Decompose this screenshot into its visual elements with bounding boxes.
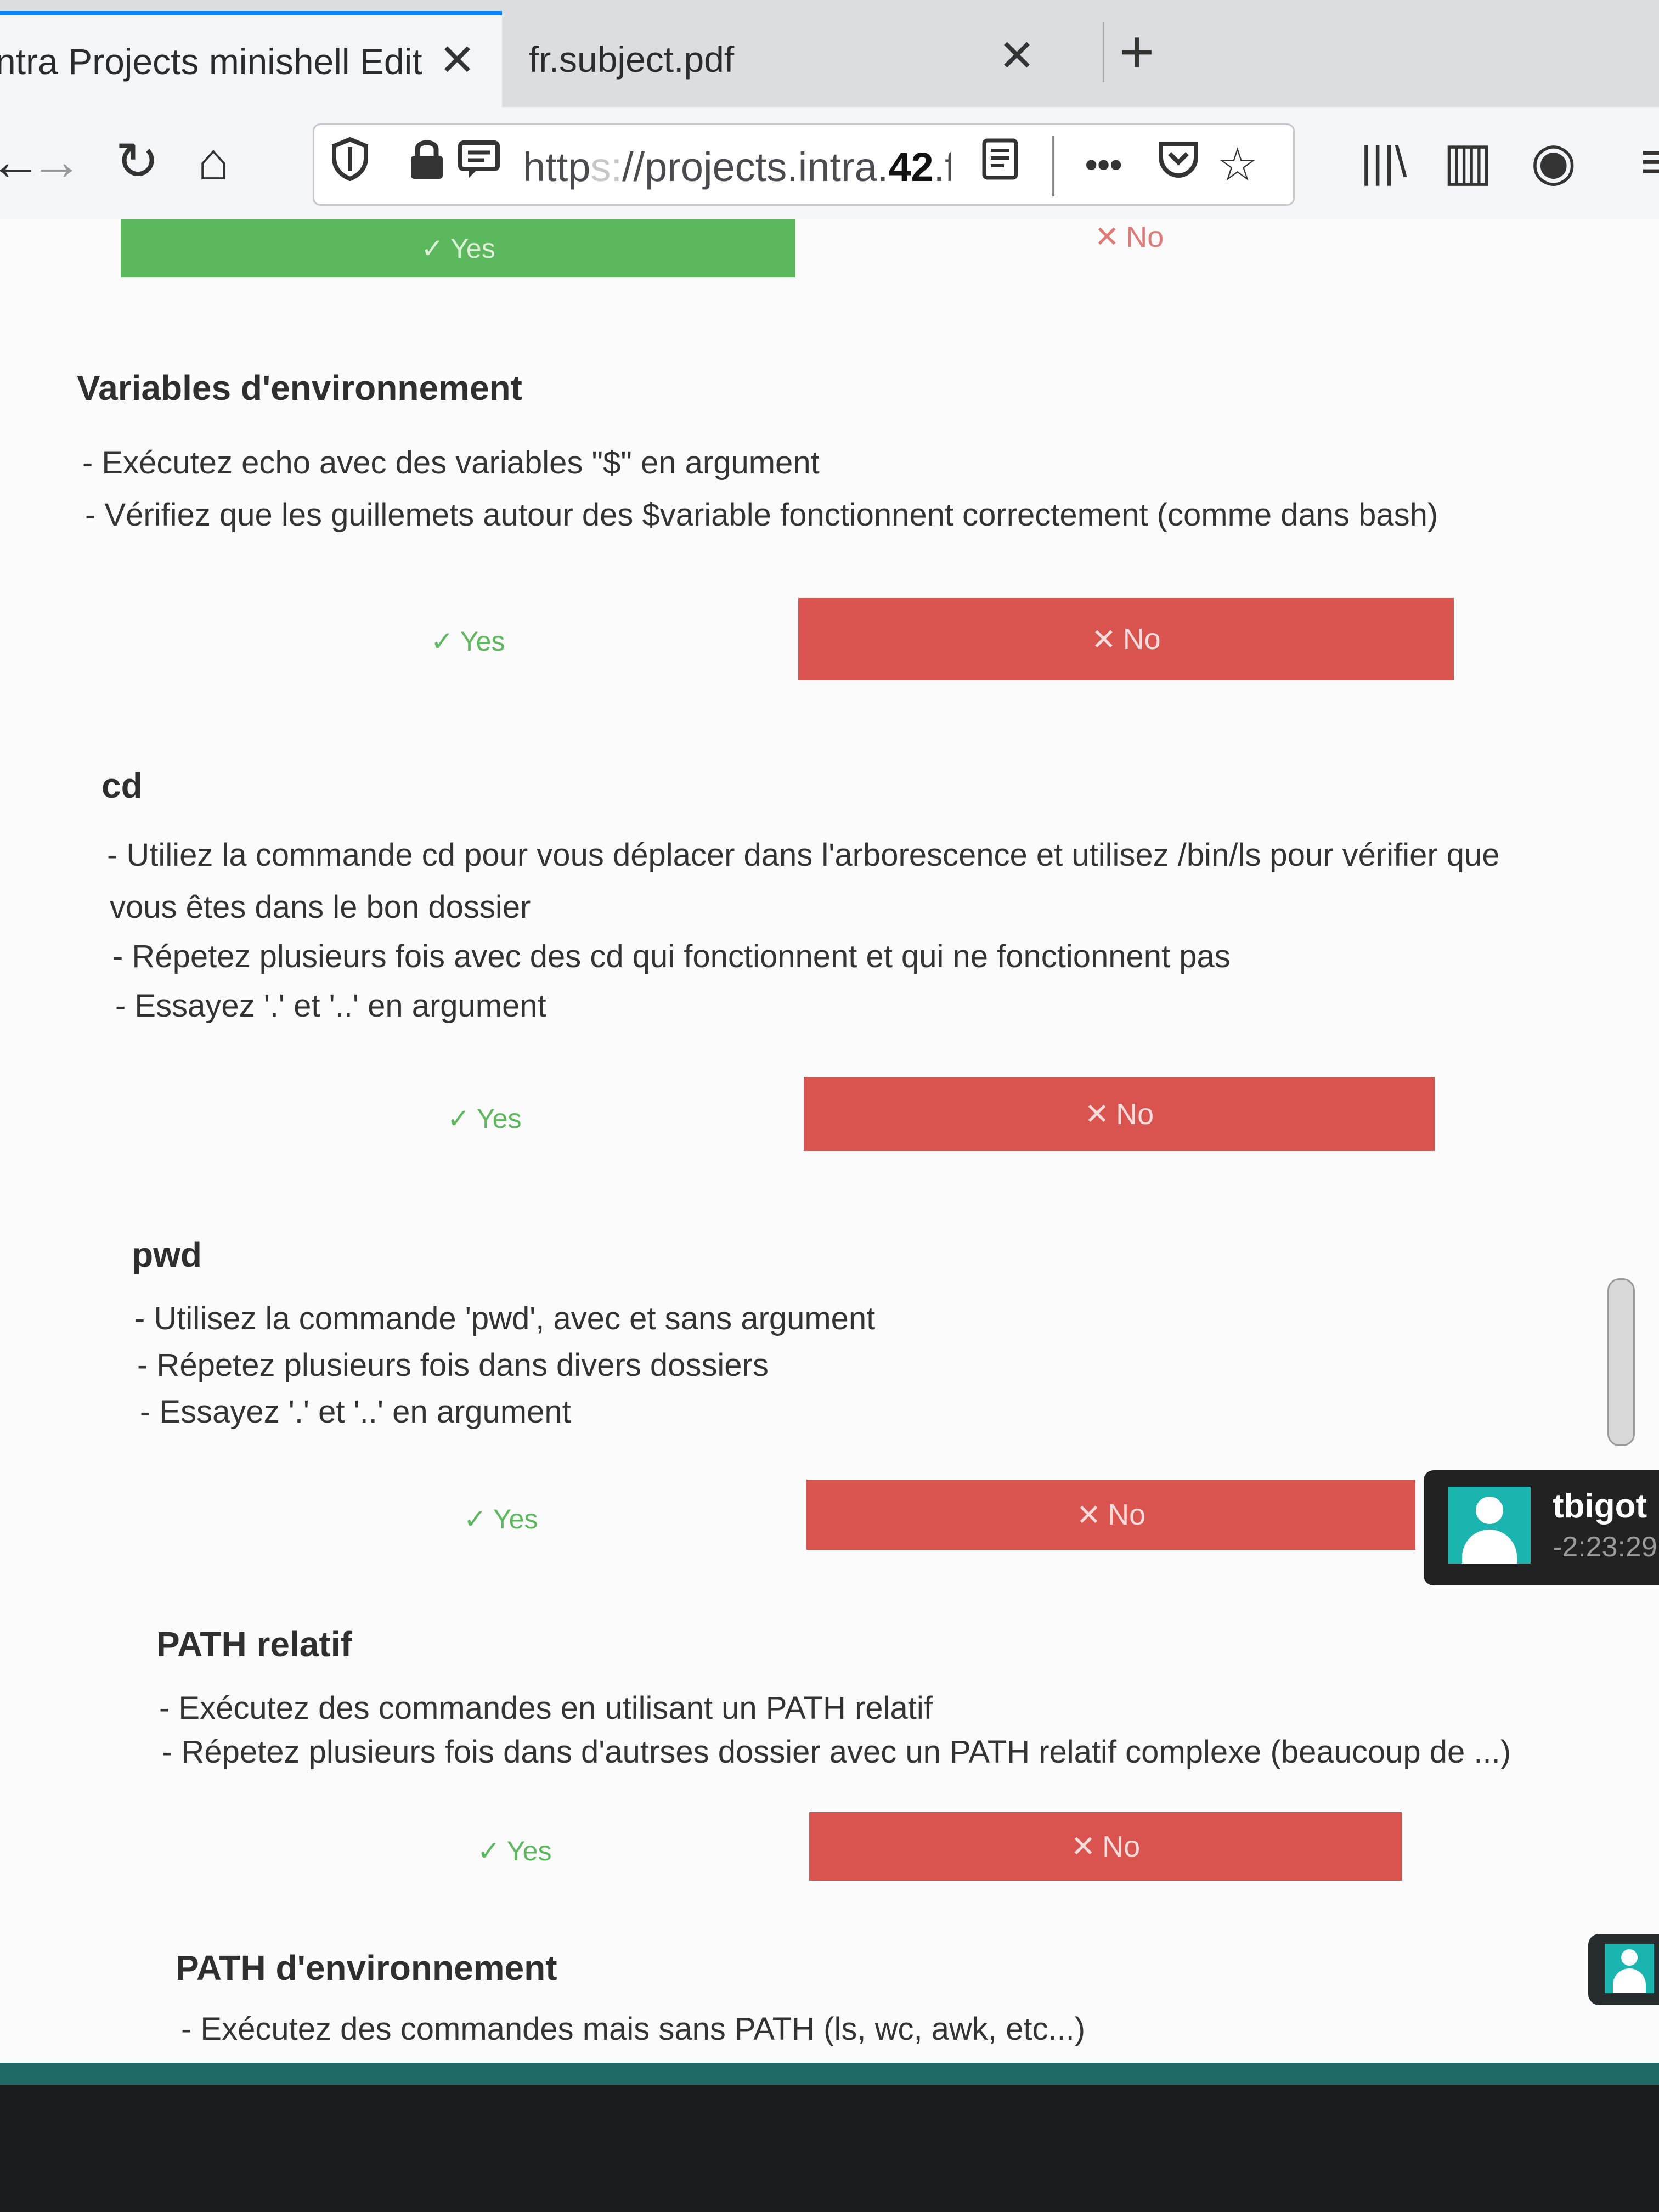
- section-title-pwd: pwd: [132, 1235, 202, 1274]
- reload-icon[interactable]: ↻: [115, 134, 159, 189]
- chat-timer: -2:23:29: [1553, 1531, 1657, 1563]
- chat-widget[interactable]: tbigot -2:23:29: [1424, 1470, 1659, 1585]
- cross-icon: ✕: [1094, 221, 1120, 253]
- section-title-path-environnement: PATH d'environnement: [176, 1948, 557, 1988]
- check-icon: ✓: [421, 233, 444, 264]
- check-icon: ✓: [431, 626, 454, 657]
- instruction-line: - Répetez plusieurs fois dans divers dos…: [137, 1347, 769, 1383]
- chat-user-name: tbigot: [1553, 1487, 1647, 1525]
- instruction-line: - Exécutez des commandes mais sans PATH …: [181, 2011, 1086, 2047]
- url-bar[interactable]: https://projects.intra.42.fr/sc ••• ☆: [313, 123, 1295, 206]
- yes-button[interactable]: ✓ Yes: [464, 1503, 538, 1535]
- instruction-line: - Utilisez la commande 'pwd', avec et sa…: [134, 1301, 876, 1336]
- browser-window: ntra Projects minishell Edit ✕ fr.subjec…: [0, 0, 1659, 2063]
- instruction-line: - Exécutez des commandes en utilisant un…: [159, 1690, 933, 1726]
- taskbar-strip: [0, 2063, 1659, 2085]
- user-icon: [1605, 1944, 1654, 1993]
- close-icon[interactable]: ✕: [439, 38, 476, 82]
- instruction-line: - Répetez plusieurs fois dans d'autrses …: [162, 1734, 1511, 1770]
- page-actions-icon[interactable]: •••: [1085, 137, 1122, 192]
- evaluation-page: ✓ Yes ✕ No Variables d'environnement - Exé…: [0, 219, 1659, 2063]
- section-title-cd: cd: [101, 766, 143, 805]
- forward-icon[interactable]: →: [30, 134, 83, 189]
- no-button-selected[interactable]: ✕ No: [804, 1077, 1435, 1151]
- cross-icon: ✕: [1084, 1098, 1110, 1131]
- instruction-line: vous êtes dans le bon dossier: [110, 889, 531, 925]
- check-icon: ✓: [464, 1504, 487, 1534]
- sidebar-icon[interactable]: ▥: [1443, 134, 1493, 189]
- account-icon[interactable]: ◉: [1531, 134, 1577, 189]
- menu-icon[interactable]: ≡: [1640, 134, 1659, 189]
- section-title-path-relatif: PATH relatif: [156, 1624, 352, 1664]
- instruction-line: - Essayez '.' et '..' en argument: [140, 1394, 571, 1430]
- tab-title: fr.subject.pdf: [529, 38, 735, 80]
- tab-separator: [1103, 22, 1104, 82]
- yes-button[interactable]: ✓ Yes: [477, 1835, 551, 1867]
- yes-button-selected[interactable]: ✓ Yes: [121, 219, 795, 277]
- close-icon[interactable]: ✕: [998, 34, 1035, 78]
- reader-view-icon[interactable]: [981, 137, 1019, 193]
- permissions-icon[interactable]: [457, 137, 501, 193]
- instruction-line: - Exécutez echo avec des variables "$" e…: [82, 445, 820, 481]
- lock-icon[interactable]: [408, 137, 446, 193]
- instruction-line: - Vérifiez que les guillemets autour des…: [85, 497, 1438, 533]
- pocket-icon[interactable]: [1156, 137, 1200, 193]
- cross-icon: ✕: [1076, 1498, 1102, 1532]
- url-divider: [1052, 136, 1054, 196]
- no-button[interactable]: ✕ No: [1094, 219, 1164, 254]
- bookmark-star-icon[interactable]: ☆: [1217, 137, 1258, 192]
- no-button-selected[interactable]: ✕ No: [798, 598, 1454, 680]
- scrollbar-thumb[interactable]: [1607, 1278, 1635, 1446]
- tab-title: ntra Projects minishell Edit: [0, 41, 422, 82]
- check-icon: ✓: [477, 1836, 500, 1866]
- shield-icon[interactable]: [331, 137, 369, 193]
- yes-button[interactable]: ✓ Yes: [447, 1103, 521, 1135]
- cross-icon: ✕: [1070, 1830, 1096, 1863]
- url-text[interactable]: https://projects.intra.42.fr/sc: [523, 144, 951, 190]
- cross-icon: ✕: [1091, 623, 1116, 656]
- instruction-line: - Utiliez la commande cd pour vous dépla…: [107, 837, 1500, 873]
- instruction-line: - Répetez plusieurs fois avec des cd qui…: [112, 939, 1231, 974]
- tab-strip: ntra Projects minishell Edit ✕ fr.subjec…: [0, 0, 1659, 107]
- nav-bar: ← → ↻ ⌂ https://projects.intra.42.fr/sc …: [0, 107, 1659, 221]
- library-icon[interactable]: |||\: [1361, 134, 1407, 189]
- home-icon[interactable]: ⌂: [198, 134, 229, 189]
- section-title-variables: Variables d'environnement: [77, 368, 522, 408]
- user-profile-button[interactable]: [1588, 1934, 1659, 2005]
- tab-minishell[interactable]: ntra Projects minishell Edit ✕: [0, 11, 502, 107]
- no-button-selected[interactable]: ✕ No: [806, 1480, 1415, 1550]
- no-button-selected[interactable]: ✕ No: [809, 1812, 1402, 1881]
- check-icon: ✓: [447, 1103, 470, 1134]
- instruction-line: - Essayez '.' et '..' en argument: [115, 988, 546, 1024]
- tab-subject-pdf[interactable]: fr.subject.pdf ✕: [510, 11, 1097, 107]
- avatar: [1448, 1487, 1531, 1564]
- yes-button[interactable]: ✓ Yes: [431, 625, 505, 657]
- new-tab-button[interactable]: +: [1119, 22, 1154, 82]
